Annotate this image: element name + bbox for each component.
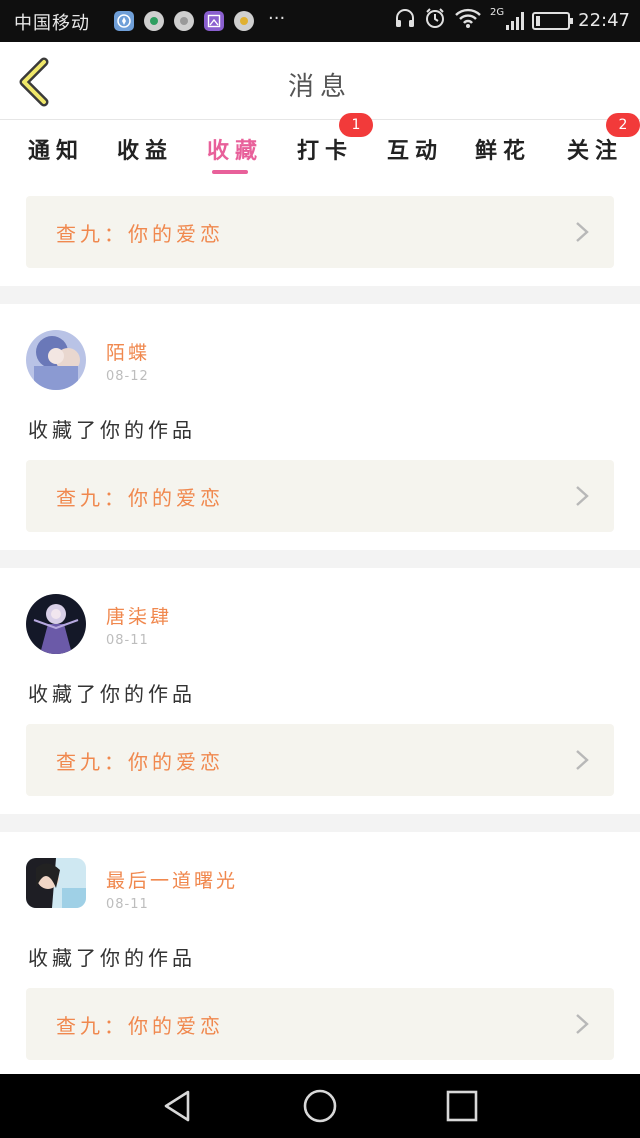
gallery-app-icon xyxy=(204,11,224,31)
avatar[interactable] xyxy=(26,858,86,908)
hex-app-icon-2 xyxy=(174,11,194,31)
circle-home-icon[interactable] xyxy=(300,1088,340,1124)
action-text: 收藏了你的作品 xyxy=(28,418,196,442)
notification-icons: ··· xyxy=(114,8,286,31)
avatar[interactable] xyxy=(26,594,86,654)
list-item: 唐柒肆 08-11 收藏了你的作品 查九：你的爱恋 xyxy=(0,568,640,812)
active-tab-indicator xyxy=(212,170,248,174)
action-text: 收藏了你的作品 xyxy=(28,946,196,970)
status-right: 2G 22:47 xyxy=(394,7,630,34)
list-item: 陌蝶 08-12 收藏了你的作品 查九：你的爱恋 xyxy=(0,304,640,548)
tab-notifications[interactable]: 通知 xyxy=(28,133,84,165)
avatar[interactable] xyxy=(26,330,86,390)
work-link-card[interactable]: 查九：你的爱恋 xyxy=(26,724,614,796)
work-link-title: 查九：你的爱恋 xyxy=(56,750,224,774)
tab-interaction[interactable]: 互动 xyxy=(387,133,443,165)
list-item: 最后一道曙光 08-11 收藏了你的作品 查九：你的爱恋 xyxy=(0,832,640,1074)
square-recents-icon[interactable] xyxy=(442,1088,482,1124)
tab-earnings[interactable]: 收益 xyxy=(117,133,173,165)
divider xyxy=(0,286,640,304)
triangle-back-icon[interactable] xyxy=(158,1088,198,1124)
more-notifications-icon: ··· xyxy=(268,8,286,29)
tab-checkin[interactable]: 打卡 xyxy=(297,133,353,165)
carrier-label: 中国移动 xyxy=(14,13,90,34)
chevron-right-icon xyxy=(576,750,589,770)
chevron-right-icon xyxy=(576,222,589,242)
tab-bar: 通知 收益 收藏 打卡 1 互动 鲜花 关注 2 xyxy=(0,113,640,183)
work-link-title: 查九：你的爱恋 xyxy=(56,1014,224,1038)
username[interactable]: 唐柒肆 xyxy=(106,602,172,629)
network-type-label: 2G xyxy=(490,7,505,18)
tab-flowers[interactable]: 鲜花 xyxy=(475,133,531,165)
tab-checkin-badge: 1 xyxy=(339,113,373,137)
timestamp: 08-11 xyxy=(106,897,149,912)
work-link-card[interactable]: 查九：你的爱恋 xyxy=(26,460,614,532)
signal-icon xyxy=(506,11,525,30)
battery-icon xyxy=(532,11,574,30)
tab-following[interactable]: 关注 xyxy=(567,133,623,165)
action-text: 收藏了你的作品 xyxy=(28,682,196,706)
username[interactable]: 陌蝶 xyxy=(106,338,150,365)
work-link-title: 查九：你的爱恋 xyxy=(56,222,224,246)
hex-app-icon-1 xyxy=(144,11,164,31)
status-bar: 中国移动 ··· 2G 22:47 xyxy=(0,0,640,42)
hex-app-icon-3 xyxy=(234,11,254,31)
clock: 22:47 xyxy=(578,10,630,31)
divider xyxy=(0,814,640,832)
chevron-right-icon xyxy=(576,1014,589,1034)
timestamp: 08-12 xyxy=(106,369,149,384)
headphones-icon xyxy=(394,7,416,34)
chevron-right-icon xyxy=(576,486,589,506)
divider xyxy=(0,550,640,568)
header-bar: 消息 xyxy=(0,42,640,120)
tab-favorites[interactable]: 收藏 xyxy=(207,133,263,165)
work-link-card[interactable]: 查九：你的爱恋 xyxy=(26,196,614,268)
timestamp: 08-11 xyxy=(106,633,149,648)
work-link-title: 查九：你的爱恋 xyxy=(56,486,224,510)
work-link-card[interactable]: 查九：你的爱恋 xyxy=(26,988,614,1060)
username[interactable]: 最后一道曙光 xyxy=(106,866,238,893)
page-title: 消息 xyxy=(287,72,352,102)
tab-following-badge: 2 xyxy=(606,113,640,137)
compass-app-icon xyxy=(114,11,134,31)
wifi-icon xyxy=(454,7,482,34)
alarm-icon xyxy=(424,7,446,34)
system-nav-bar xyxy=(0,1074,640,1138)
